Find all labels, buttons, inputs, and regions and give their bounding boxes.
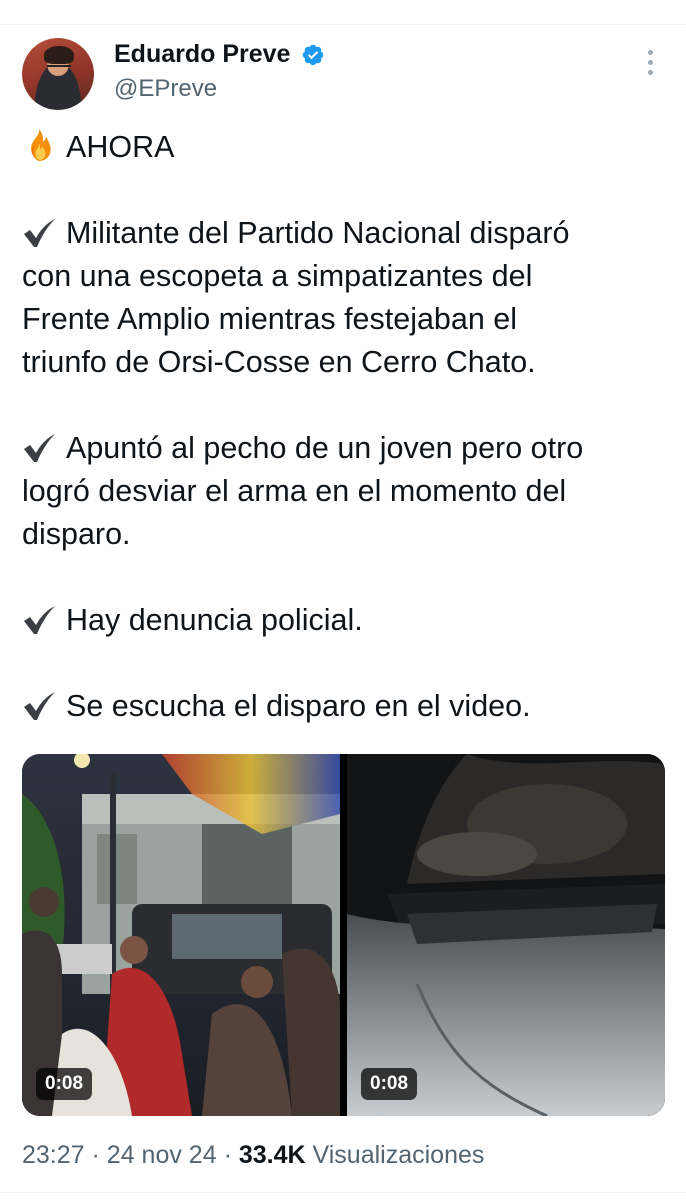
author-handle[interactable]: @EPreve <box>114 75 325 103</box>
point-1-line-3: Frente Amplio mientras festejaban el <box>22 302 518 336</box>
point-2: Apuntó al pecho de un joven pero otro lo… <box>22 427 672 556</box>
media-grid: 0:08 0:08 <box>22 754 665 1116</box>
avatar-glasses <box>47 65 71 72</box>
author-display-name[interactable]: Eduardo Preve <box>114 40 290 69</box>
avatar-hair <box>44 46 74 64</box>
meta-separator: · <box>91 1141 100 1169</box>
check-mark-icon <box>24 434 55 462</box>
point-4: Se escucha el disparo en el video. <box>22 685 672 728</box>
car-night-thumbnail <box>347 754 665 1116</box>
bottom-divider <box>0 1192 686 1193</box>
views-count: 33.4K <box>238 1141 306 1169</box>
fire-emoji-icon <box>31 129 51 161</box>
point-1-line-4: triunfo de Orsi-Cosse en Cerro Chato. <box>22 345 536 379</box>
point-1-line-1: Militante del Partido Nacional disparó <box>66 216 570 250</box>
check-mark-icon <box>24 219 55 247</box>
top-divider <box>0 24 686 25</box>
video-duration-badge: 0:08 <box>36 1068 93 1100</box>
verified-badge-icon <box>302 44 324 65</box>
headline-text: AHORA <box>66 130 175 164</box>
point-1-line-2: con una escopeta a simpatizantes del <box>22 259 533 293</box>
point-1: Militante del Partido Nacional disparó c… <box>22 212 672 384</box>
views-label: Visualizaciones <box>312 1141 485 1169</box>
more-options-icon[interactable] <box>638 50 662 80</box>
point-4-line-1: Se escucha el disparo en el video. <box>66 689 531 723</box>
tweet-meta: 23:27 · 24 nov 24 · 33.4K Visualizacione… <box>22 1141 484 1170</box>
tweet-header: Eduardo Preve @EPreve <box>22 38 664 110</box>
point-2-line-2: logró desviar el arma en el momento del <box>22 474 567 508</box>
video-thumbnail-1[interactable]: 0:08 <box>22 754 340 1116</box>
point-2-line-1: Apuntó al pecho de un joven pero otro <box>66 431 584 465</box>
check-mark-icon <box>24 606 55 634</box>
tweet-time[interactable]: 23:27 <box>22 1141 85 1169</box>
check-mark-icon <box>24 692 55 720</box>
tweet-headline: AHORA <box>22 126 672 169</box>
video-thumbnail-2[interactable]: 0:08 <box>347 754 665 1116</box>
avatar[interactable] <box>22 38 94 110</box>
tweet-date[interactable]: 24 nov 24 <box>107 1141 217 1169</box>
author-names: Eduardo Preve @EPreve <box>114 40 325 103</box>
street-scene-thumbnail <box>22 754 340 1116</box>
point-3-line-1: Hay denuncia policial. <box>66 603 363 637</box>
point-2-line-3: disparo. <box>22 517 131 551</box>
tweet-text: AHORA Militante del Partido Nacional dis… <box>22 126 672 728</box>
point-3: Hay denuncia policial. <box>22 599 672 642</box>
meta-separator: · <box>223 1141 232 1169</box>
video-duration-badge: 0:08 <box>361 1068 418 1100</box>
